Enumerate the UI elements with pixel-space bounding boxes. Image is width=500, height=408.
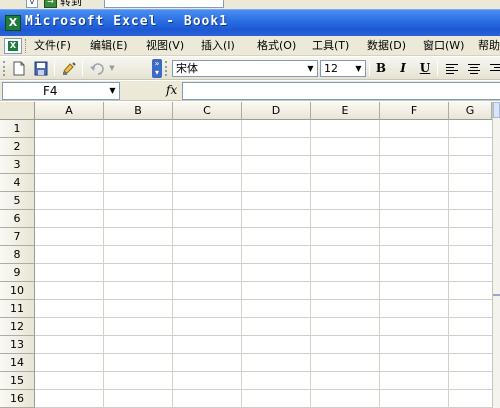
column-header-c[interactable]: C xyxy=(173,102,242,120)
row-header-2[interactable]: 2 xyxy=(0,138,35,156)
row-header-5[interactable]: 5 xyxy=(0,192,35,210)
window-title: Microsoft Excel - Book1 xyxy=(25,14,229,29)
font-size-select[interactable]: 12 ▼ xyxy=(320,60,366,77)
workbook-icon[interactable]: X xyxy=(4,38,22,54)
toolbar-options-icon[interactable]: » ▾ xyxy=(152,59,162,78)
align-right-icon[interactable] xyxy=(487,60,500,77)
column-header-b[interactable]: B xyxy=(104,102,173,120)
chevron-down-icon[interactable]: ▼ xyxy=(106,83,119,99)
menu-insert[interactable]: 插入(I) xyxy=(201,39,235,53)
go-arrow-icon[interactable]: → xyxy=(44,0,57,8)
toolbar-separator xyxy=(369,61,370,76)
row-header-3[interactable]: 3 xyxy=(0,156,35,174)
fx-icon[interactable]: fx xyxy=(166,83,177,98)
menu-help[interactable]: 帮助 xyxy=(478,39,500,53)
new-document-icon[interactable] xyxy=(10,60,28,77)
align-center-icon[interactable] xyxy=(465,60,483,77)
font-name-select[interactable]: 宋体 ▼ xyxy=(172,60,318,77)
row-header-15[interactable]: 15 xyxy=(0,372,35,390)
align-left-icon[interactable] xyxy=(443,60,461,77)
menu-data[interactable]: 数据(D) xyxy=(367,39,406,53)
italic-button[interactable]: I xyxy=(394,60,412,77)
row-header-9[interactable]: 9 xyxy=(0,264,35,282)
menu-grip[interactable] xyxy=(25,39,28,53)
underline-button[interactable]: U xyxy=(416,60,434,77)
row-header-11[interactable]: 11 xyxy=(0,300,35,318)
bold-button[interactable]: B xyxy=(372,60,390,77)
toolbar-separator xyxy=(82,61,83,76)
row-header-16[interactable]: 16 xyxy=(0,390,35,408)
go-button-label[interactable]: 转到 xyxy=(60,0,82,8)
toolbar-grip[interactable] xyxy=(165,61,168,76)
row-header-8[interactable]: 8 xyxy=(0,246,35,264)
scroll-split-handle[interactable] xyxy=(493,294,500,296)
font-name-value: 宋体 xyxy=(176,62,198,75)
column-header-a[interactable]: A xyxy=(35,102,104,120)
toolbar-separator xyxy=(54,61,55,76)
column-header-d[interactable]: D xyxy=(242,102,311,120)
excel-window: v → 转到 X Microsoft Excel - Book1 X 文件(F)… xyxy=(0,0,500,408)
toolbar-grip[interactable] xyxy=(3,61,6,76)
chevron-down-icon[interactable]: v xyxy=(26,0,38,8)
row-header-4[interactable]: 4 xyxy=(0,174,35,192)
cell-area[interactable] xyxy=(35,120,492,408)
vertical-scrollbar[interactable] xyxy=(492,102,500,408)
row-header-12[interactable]: 12 xyxy=(0,318,35,336)
row-header-13[interactable]: 13 xyxy=(0,336,35,354)
menu-file[interactable]: 文件(F) xyxy=(34,39,71,53)
formula-bar: F4 ▼ fx xyxy=(0,81,500,101)
row-header-7[interactable]: 7 xyxy=(0,228,35,246)
menu-view[interactable]: 视图(V) xyxy=(146,39,184,53)
formula-input[interactable] xyxy=(182,82,500,100)
menu-window[interactable]: 窗口(W) xyxy=(423,39,464,53)
toolbar-separator xyxy=(437,61,438,76)
undo-dropdown-icon[interactable]: ▼ xyxy=(106,60,118,77)
name-box-value: F4 xyxy=(43,84,58,98)
spreadsheet-grid: ABCDEFG 1 2 3 4 5 6 7 8 9 10 11 12 13 14 15 16 xyxy=(0,102,500,408)
save-icon[interactable] xyxy=(32,60,50,77)
undo-icon[interactable] xyxy=(88,60,106,77)
menu-format[interactable]: 格式(O) xyxy=(257,39,296,53)
menu-edit[interactable]: 编辑(E) xyxy=(90,39,128,53)
format-painter-icon[interactable] xyxy=(60,60,78,77)
row-header-6[interactable]: 6 xyxy=(0,210,35,228)
font-size-value: 12 xyxy=(324,62,338,75)
select-all-corner[interactable] xyxy=(0,102,35,120)
name-box[interactable]: F4 ▼ xyxy=(2,82,120,100)
toolbar: ▼ » ▾ 宋体 ▼ 12 ▼ B I U xyxy=(0,57,500,80)
chevron-down-icon[interactable]: ▼ xyxy=(304,61,317,76)
chevron-down-icon[interactable]: ▼ xyxy=(352,61,365,76)
excel-icon[interactable]: X xyxy=(5,15,21,31)
menu-bar: X 文件(F) 编辑(E) 视图(V) 插入(I) 格式(O) 工具(T) 数据… xyxy=(0,36,500,56)
row-header-10[interactable]: 10 xyxy=(0,282,35,300)
scroll-up-icon[interactable] xyxy=(493,102,500,118)
background-window-strip: v → 转到 xyxy=(0,0,500,9)
background-input[interactable] xyxy=(104,0,224,8)
column-header-e[interactable]: E xyxy=(311,102,380,120)
title-bar[interactable]: X Microsoft Excel - Book1 xyxy=(0,9,500,36)
column-header-g[interactable]: G xyxy=(449,102,492,120)
menu-tools[interactable]: 工具(T) xyxy=(312,39,349,53)
row-header-14[interactable]: 14 xyxy=(0,354,35,372)
row-header-1[interactable]: 1 xyxy=(0,120,35,138)
column-header-f[interactable]: F xyxy=(380,102,449,120)
